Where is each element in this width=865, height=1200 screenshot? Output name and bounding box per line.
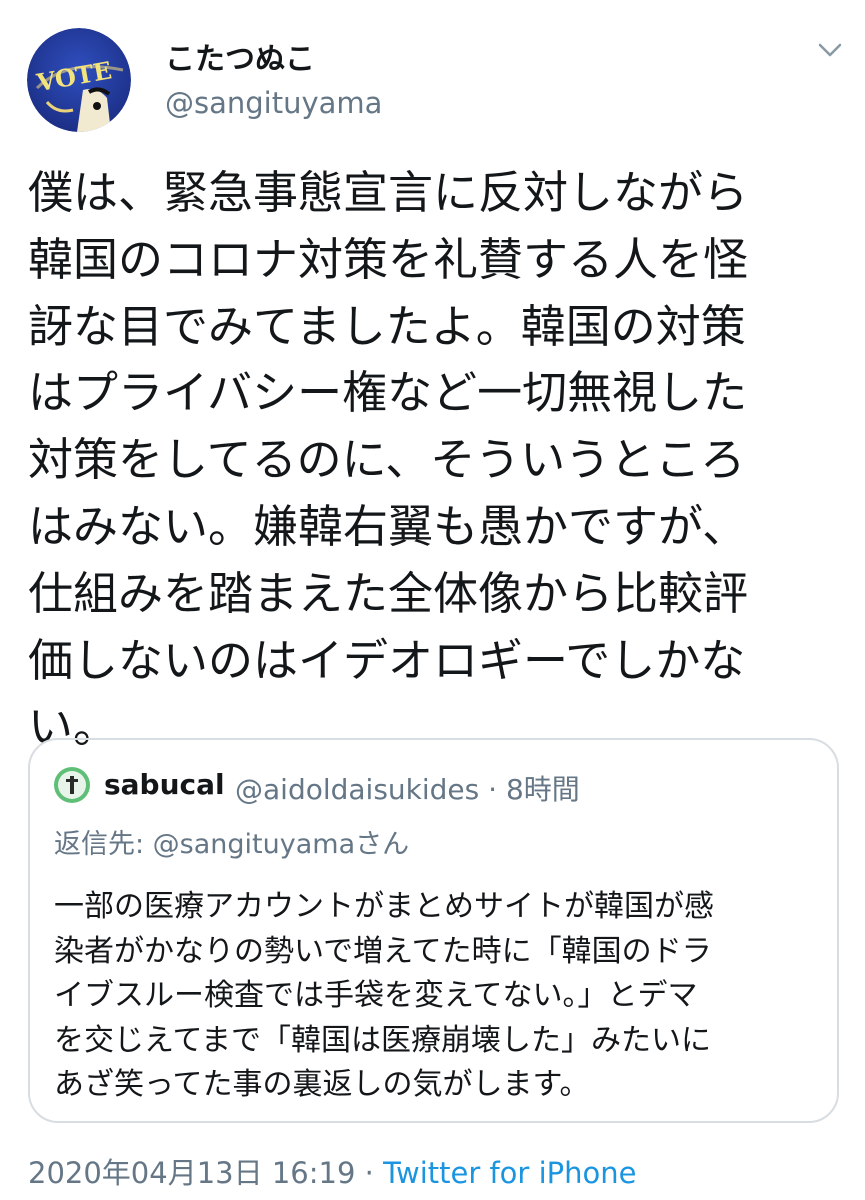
quote-text: 一部の医療アカウントがまとめサイトが韓国が感 染者がかなりの勢いで増えてた時に「… [54, 889, 714, 1102]
tweet-timestamp[interactable]: 2020年04月13日 16:19 · [28, 1156, 383, 1190]
tweet-source-link[interactable]: Twitter for iPhone [383, 1156, 636, 1190]
quote-author-meta: @aidoldaisukides · 8時間 [235, 773, 580, 806]
author-avatar[interactable]: VOTE [27, 28, 131, 132]
author-handle[interactable]: @sangituyama [165, 86, 382, 120]
vote-avatar-icon: VOTE [27, 28, 131, 132]
tweet-footer: 2020年04月13日 16:19 · Twitter for iPhone [28, 1150, 636, 1192]
quote-avatar-icon [54, 767, 90, 803]
tweet-card: VOTE こたつぬこ @sangituyama 僕は、緊急事態宣言に反対しながら… [0, 0, 865, 1200]
author-display-name[interactable]: こたつぬこ [165, 34, 315, 78]
quoted-tweet[interactable]: sabucal @aidoldaisukides · 8時間 返信先: @san… [28, 738, 839, 1123]
chevron-down-icon[interactable] [818, 42, 842, 58]
quote-author-name: sabucal [104, 768, 225, 801]
tweet-text: 僕は、緊急事態宣言に反対しながら 韓国のコロナ対策を礼賛する人を怪 訝な目でみて… [28, 166, 749, 754]
quote-avatar [54, 767, 90, 803]
quote-reply-to: 返信先: @sangituyamaさん [54, 829, 410, 860]
